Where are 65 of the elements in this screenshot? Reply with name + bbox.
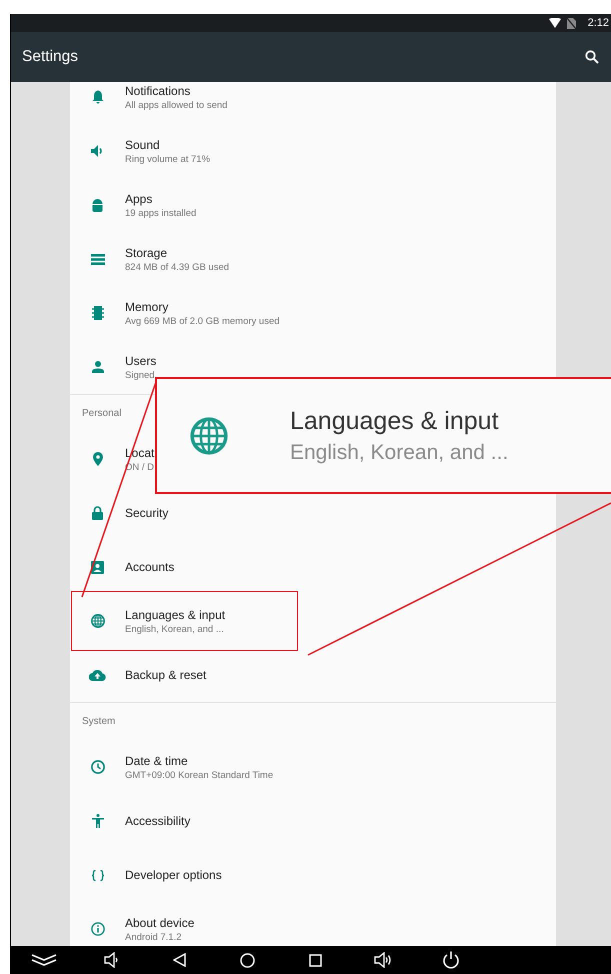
settings-item[interactable]: Notifications All apps allowed to send	[125, 84, 228, 110]
account-box-icon	[91, 560, 104, 574]
item-title: Users	[125, 354, 156, 368]
item-title: Sound	[125, 138, 161, 152]
item-summary: 824 MB of 4.39 GB used	[125, 262, 230, 272]
globe-icon	[90, 614, 104, 628]
settings-item[interactable]: About device Android 7.1.2	[125, 916, 194, 942]
callout-title: Languages & input	[290, 406, 500, 436]
item-title: Date & time	[125, 754, 189, 768]
settings-item[interactable]: Languages & input English, Korean, and ...	[125, 608, 226, 634]
wifi-icon	[548, 18, 561, 28]
item-title: Notifications	[125, 84, 192, 98]
item-summary: English, Korean, and ...	[125, 624, 225, 634]
person-icon	[92, 361, 104, 373]
status-time: 2:12	[588, 17, 609, 29]
callout-summary: English, Korean, and ...	[290, 440, 508, 464]
item-summary: Ring volume at 71%	[125, 154, 210, 164]
location-pin-icon	[92, 452, 102, 466]
memory-chip-icon	[92, 306, 104, 320]
speaker-icon	[374, 952, 392, 968]
item-title: Languages & input	[125, 608, 226, 622]
bell-icon	[92, 90, 104, 104]
search-button[interactable]	[585, 50, 599, 64]
settings-item[interactable]: Memory Avg 669 MB of 2.0 GB memory used	[125, 300, 280, 326]
item-title: About device	[125, 916, 194, 930]
cloud-upload-icon	[89, 669, 106, 681]
accessibility-figure-icon	[92, 814, 104, 828]
braces-icon	[92, 870, 104, 880]
item-title: Storage	[125, 246, 168, 260]
section-header: System	[82, 716, 116, 727]
settings-item[interactable]: Sound Ring volume at 71%	[125, 138, 210, 164]
back-icon	[172, 953, 186, 967]
speaker-icon	[90, 145, 104, 157]
info-icon	[90, 922, 104, 936]
settings-item[interactable]: Backup & reset	[125, 668, 206, 682]
item-summary: Avg 669 MB of 2.0 GB memory used	[125, 316, 280, 326]
storage-icon	[90, 254, 104, 264]
clock-icon	[90, 760, 104, 774]
settings-item[interactable]: Developer options	[125, 868, 222, 882]
no-sim-icon	[566, 18, 576, 28]
item-summary: Signed	[125, 370, 156, 380]
item-title: Apps	[125, 192, 154, 206]
search-icon	[585, 50, 599, 64]
item-summary: Android 7.1.2	[125, 932, 183, 942]
settings-item[interactable]: Accounts	[125, 560, 174, 574]
section-header: Personal	[82, 408, 122, 419]
settings-item[interactable]: Security	[125, 506, 168, 520]
double-chevron-down-icon	[31, 954, 57, 966]
screen-title: Settings	[22, 48, 78, 66]
item-summary: GMT+09:00 Korean Standard Time	[125, 770, 274, 780]
power-icon	[442, 951, 460, 969]
android-icon	[92, 198, 103, 212]
item-title: Memory	[125, 300, 170, 314]
home-icon	[240, 952, 254, 968]
lock-icon	[92, 506, 103, 520]
settings-item[interactable]: Storage 824 MB of 4.39 GB used	[125, 246, 230, 272]
settings-item[interactable]: Date & time GMT+09:00 Korean Standard Time	[125, 754, 274, 780]
speaker-icon	[104, 952, 118, 968]
item-summary: All apps allowed to send	[125, 100, 228, 110]
settings-item[interactable]: Users Signed	[125, 354, 156, 380]
recents-icon	[308, 954, 322, 966]
item-summary: 19 apps installed	[125, 208, 196, 218]
settings-item[interactable]: Apps 19 apps installed	[125, 192, 196, 218]
globe-icon	[190, 416, 228, 454]
settings-item[interactable]: Accessibility	[125, 814, 190, 828]
